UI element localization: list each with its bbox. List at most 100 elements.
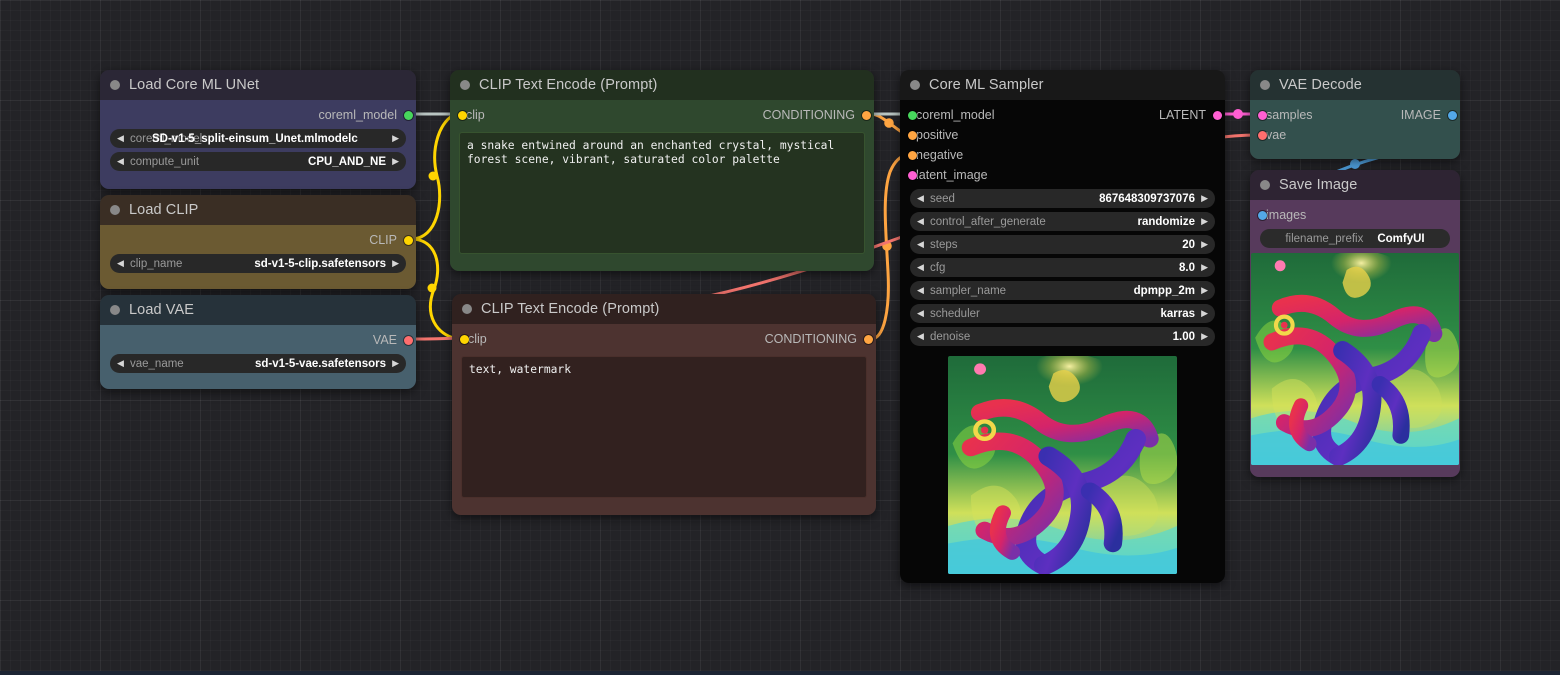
input-slot-clip[interactable]: clip: [457, 108, 485, 122]
output-pin-icon[interactable]: [404, 335, 413, 345]
collapse-icon[interactable]: [462, 304, 472, 314]
node-header-load-vae[interactable]: Load VAE: [100, 295, 416, 325]
output-pin-icon[interactable]: [404, 235, 413, 245]
input-slot-latent_image[interactable]: latent_image: [907, 168, 988, 182]
output-pin-icon[interactable]: [1448, 110, 1457, 120]
input-pin-icon[interactable]: [459, 334, 469, 344]
node-clip-text-encode-positive[interactable]: CLIP Text Encode (Prompt) clip CONDITIONIN…: [450, 70, 874, 271]
input-slot-samples[interactable]: samples: [1257, 108, 1313, 122]
input-pin-icon[interactable]: [1257, 110, 1267, 120]
widget-next-arrow-icon[interactable]: ▶: [1201, 332, 1208, 341]
widget-steps[interactable]: ◀ steps 20 ▶: [910, 235, 1215, 254]
input-slot-vae[interactable]: vae: [1257, 128, 1286, 142]
widget-sampler_name[interactable]: ◀ sampler_name dpmpp_2m ▶: [910, 281, 1215, 300]
widget-prev-arrow-icon[interactable]: ◀: [917, 217, 924, 226]
widget-prev-arrow-icon[interactable]: ◀: [917, 332, 924, 341]
widget-prev-arrow-icon[interactable]: ◀: [917, 286, 924, 295]
node-header-load-core-ml-unet[interactable]: Load Core ML UNet: [100, 70, 416, 100]
widget-prev-arrow-icon[interactable]: ◀: [117, 359, 124, 368]
widget-prev-arrow-icon[interactable]: ◀: [117, 134, 124, 143]
output-pin-icon[interactable]: [1213, 110, 1222, 120]
widget-next-arrow-icon[interactable]: ▶: [392, 259, 399, 268]
widget-scheduler[interactable]: ◀ scheduler karras ▶: [910, 304, 1215, 323]
widget-next-arrow-icon[interactable]: ▶: [1201, 217, 1208, 226]
widget-prev-arrow-icon[interactable]: ◀: [917, 194, 924, 203]
widget-prev-arrow-icon[interactable]: ◀: [917, 263, 924, 272]
widget-control_after_generate[interactable]: ◀ control_after_generate randomize ▶: [910, 212, 1215, 231]
widget-clip_name[interactable]: ◀ clip_name sd-v1-5-clip.safetensors ▶: [110, 254, 406, 273]
widget-next-arrow-icon[interactable]: ▶: [1201, 240, 1208, 249]
widget-value[interactable]: randomize: [1137, 216, 1195, 228]
input-slot-images[interactable]: images: [1257, 208, 1306, 222]
widget-cfg[interactable]: ◀ cfg 8.0 ▶: [910, 258, 1215, 277]
widget-prev-arrow-icon[interactable]: ◀: [917, 240, 924, 249]
input-slot-negative[interactable]: negative: [907, 148, 963, 162]
widget-value[interactable]: 20: [1182, 239, 1195, 251]
input-pin-icon[interactable]: [907, 150, 917, 160]
collapse-icon[interactable]: [910, 80, 920, 90]
widget-next-arrow-icon[interactable]: ▶: [392, 359, 399, 368]
output-slot-CONDITIONING[interactable]: CONDITIONING: [763, 105, 871, 125]
widget-prev-arrow-icon[interactable]: ◀: [117, 259, 124, 268]
input-slot-coreml_model[interactable]: coreml_model: [907, 108, 995, 122]
widget-compute_unit[interactable]: ◀ compute_unit CPU_AND_NE ▶: [110, 152, 406, 171]
node-load-clip[interactable]: Load CLIP CLIP ◀ clip_name sd-v1-5-clip.safe…: [100, 195, 416, 289]
widget-value[interactable]: sd-v1-5-clip.safetensors: [254, 258, 386, 270]
image-preview-save-image[interactable]: [1251, 253, 1459, 465]
node-header-clip-text-encode-positive[interactable]: CLIP Text Encode (Prompt): [450, 70, 874, 100]
node-load-vae[interactable]: Load VAE VAE ◀ vae_name sd-v1-5-vae.safetens…: [100, 295, 416, 389]
widget-value[interactable]: ComfyUI: [1377, 233, 1424, 245]
widget-denoise[interactable]: ◀ denoise 1.00 ▶: [910, 327, 1215, 346]
widget-next-arrow-icon[interactable]: ▶: [392, 157, 399, 166]
widget-seed[interactable]: ◀ seed 867648309737076 ▶: [910, 189, 1215, 208]
collapse-icon[interactable]: [110, 205, 120, 215]
prompt-textarea[interactable]: text, watermark: [461, 356, 867, 498]
collapse-icon[interactable]: [1260, 80, 1270, 90]
node-clip-text-encode-negative[interactable]: CLIP Text Encode (Prompt) clip CONDITIONIN…: [452, 294, 876, 515]
output-pin-icon[interactable]: [864, 334, 873, 344]
widget-next-arrow-icon[interactable]: ▶: [1201, 309, 1208, 318]
widget-value[interactable]: 867648309737076: [1099, 193, 1195, 205]
output-slot-CONDITIONING[interactable]: CONDITIONING: [765, 329, 873, 349]
widget-next-arrow-icon[interactable]: ▶: [392, 134, 399, 143]
output-slot-IMAGE[interactable]: IMAGE: [1401, 105, 1457, 125]
output-slot-CLIP[interactable]: CLIP: [369, 230, 413, 250]
widget-value[interactable]: 8.0: [1179, 262, 1195, 274]
widget-next-arrow-icon[interactable]: ▶: [1201, 263, 1208, 272]
widget-value[interactable]: karras: [1160, 308, 1195, 320]
input-pin-icon[interactable]: [1257, 210, 1267, 220]
output-pin-icon[interactable]: [862, 110, 871, 120]
input-pin-icon[interactable]: [907, 170, 917, 180]
widget-value[interactable]: SD-v1-5_split-einsum_Unet.mlmodelc: [152, 133, 358, 145]
widget-prev-arrow-icon[interactable]: ◀: [117, 157, 124, 166]
widget-value[interactable]: CPU_AND_NE: [308, 156, 386, 168]
output-slot-VAE[interactable]: VAE: [373, 330, 413, 350]
widget-vae_name[interactable]: ◀ vae_name sd-v1-5-vae.safetensors ▶: [110, 354, 406, 373]
collapse-icon[interactable]: [460, 80, 470, 90]
collapse-icon[interactable]: [1260, 180, 1270, 190]
input-pin-icon[interactable]: [907, 110, 917, 120]
output-pin-icon[interactable]: [404, 110, 413, 120]
node-header-save-image[interactable]: Save Image: [1250, 170, 1460, 200]
widget-value[interactable]: 1.00: [1173, 331, 1195, 343]
widget-filename_prefix[interactable]: filename_prefix ComfyUI: [1260, 229, 1450, 248]
node-load-core-ml-unet[interactable]: Load Core ML UNet coreml_model ◀ coreml_mod…: [100, 70, 416, 189]
widget-value[interactable]: dpmpp_2m: [1134, 285, 1195, 297]
node-header-core-ml-sampler[interactable]: Core ML Sampler: [900, 70, 1225, 100]
collapse-icon[interactable]: [110, 80, 120, 90]
prompt-textarea[interactable]: a snake entwined around an enchanted cry…: [459, 132, 865, 254]
input-slot-clip[interactable]: clip: [459, 332, 487, 346]
widget-next-arrow-icon[interactable]: ▶: [1201, 194, 1208, 203]
collapse-icon[interactable]: [110, 305, 120, 315]
output-slot-LATENT[interactable]: LATENT: [1159, 105, 1222, 125]
widget-coreml_model[interactable]: ◀ coreml_model SD-v1-5_split-einsum_Unet.m…: [110, 129, 406, 148]
node-header-load-clip[interactable]: Load CLIP: [100, 195, 416, 225]
image-preview-core-ml-sampler[interactable]: [948, 356, 1177, 574]
node-header-vae-decode[interactable]: VAE Decode: [1250, 70, 1460, 100]
widget-value[interactable]: sd-v1-5-vae.safetensors: [255, 358, 386, 370]
widget-next-arrow-icon[interactable]: ▶: [1201, 286, 1208, 295]
input-slot-positive[interactable]: positive: [907, 128, 958, 142]
input-pin-icon[interactable]: [907, 130, 917, 140]
widget-prev-arrow-icon[interactable]: ◀: [917, 309, 924, 318]
output-slot-coreml_model[interactable]: coreml_model: [318, 105, 413, 125]
